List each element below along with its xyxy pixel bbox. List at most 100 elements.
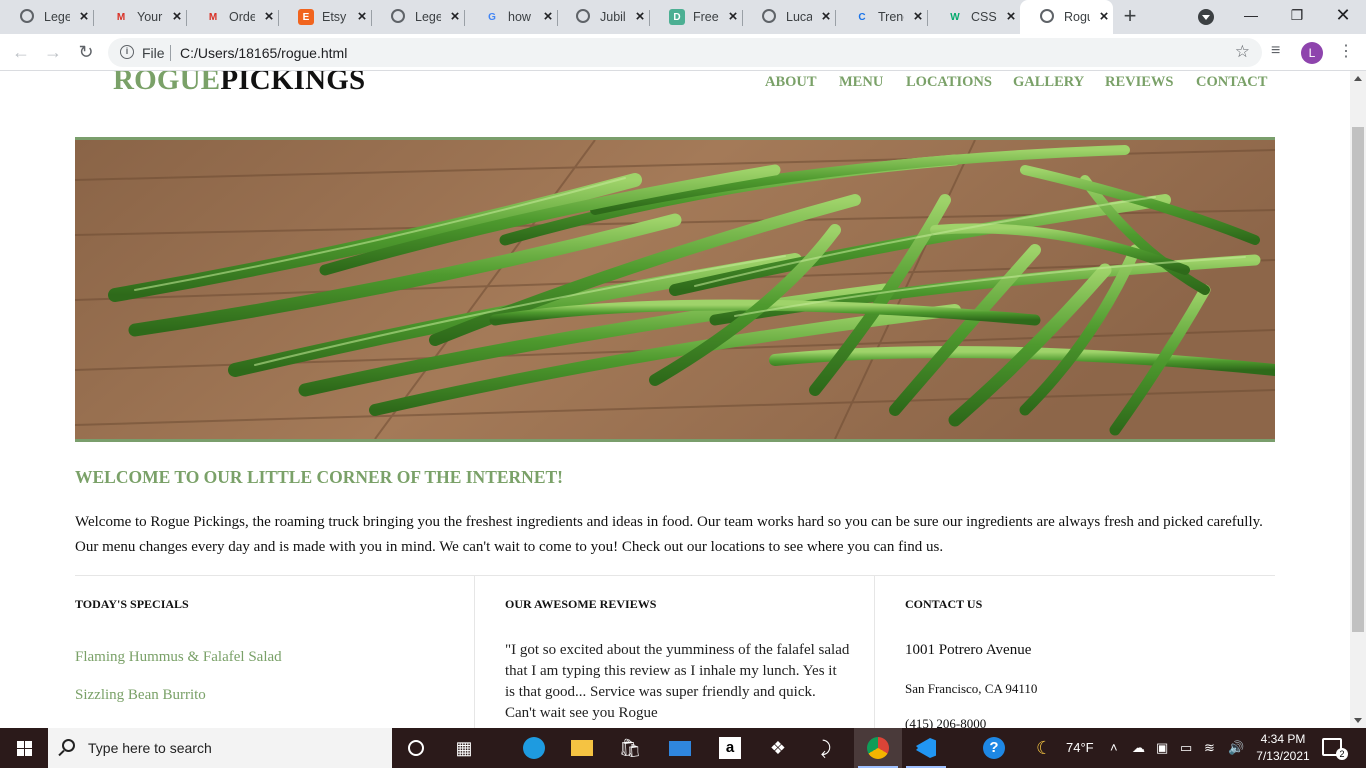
chrome-icon[interactable] bbox=[854, 728, 902, 768]
nav-locations[interactable]: LOCATIONS bbox=[906, 74, 992, 91]
address-bar[interactable]: i File C:/Users/18165/rogue.html ☆ bbox=[108, 38, 1262, 67]
forward-button[interactable]: → bbox=[41, 40, 65, 64]
weather-temperature[interactable]: 74°F bbox=[1066, 728, 1094, 768]
page-viewport: ROGUEPICKINGS ABOUT MENU LOCATIONS GALLE… bbox=[0, 71, 1350, 728]
browser-tab-title: Free bbox=[693, 10, 719, 24]
browser-tab[interactable]: Legen × bbox=[371, 0, 464, 34]
logo-part-pickings: PICKINGS bbox=[220, 71, 366, 96]
edge-icon[interactable] bbox=[510, 728, 558, 768]
browser-tab-title: Lucas bbox=[786, 10, 812, 24]
browser-tab-strip: Legen×MYour×MOrde×EEtsy -×Legen×Ghow t×J… bbox=[0, 0, 1366, 34]
dropbox-icon[interactable]: ❖ bbox=[754, 728, 802, 768]
taskbar-clock[interactable]: 4:34 PM 7/13/2021 bbox=[1252, 731, 1314, 765]
globe-icon bbox=[576, 9, 590, 23]
clock-date: 7/13/2021 bbox=[1256, 749, 1310, 763]
tab-close-icon[interactable]: × bbox=[1095, 7, 1113, 27]
media-queue-icon[interactable]: ≡ bbox=[1271, 42, 1280, 60]
taskbar-search-box[interactable]: Type here to search bbox=[48, 728, 392, 768]
store-icon[interactable]: 🛍 bbox=[606, 728, 654, 768]
browser-tab[interactable]: Legen × bbox=[0, 0, 93, 34]
nav-menu[interactable]: MENU bbox=[839, 74, 883, 91]
special-item-1[interactable]: Flaming Hummus & Falafel Salad bbox=[75, 649, 282, 666]
scroll-down-arrow-icon[interactable] bbox=[1354, 718, 1362, 723]
section-divider bbox=[75, 575, 1275, 576]
back-button[interactable]: ← bbox=[9, 40, 33, 64]
taskbar-search-placeholder: Type here to search bbox=[88, 740, 212, 756]
url-text[interactable]: C:/Users/18165/rogue.html bbox=[180, 45, 347, 61]
tab-close-icon[interactable]: × bbox=[1002, 7, 1020, 27]
browser-toolbar: ← → ↻ i File C:/Users/18165/rogue.html ☆… bbox=[0, 34, 1366, 71]
nav-about[interactable]: ABOUT bbox=[765, 74, 817, 91]
info-icon[interactable]: i bbox=[120, 45, 134, 59]
welcome-heading: WELCOME TO OUR LITTLE CORNER OF THE INTE… bbox=[75, 467, 563, 487]
special-item-2[interactable]: Sizzling Bean Burrito bbox=[75, 687, 206, 704]
tab-close-icon[interactable]: × bbox=[446, 7, 464, 27]
profile-avatar[interactable]: L bbox=[1301, 42, 1323, 64]
browser-tab[interactable]: Jubile × bbox=[556, 0, 649, 34]
hero-green-beans-image bbox=[75, 137, 1275, 442]
browser-tab[interactable]: M Your × bbox=[93, 0, 186, 34]
column-divider bbox=[874, 576, 875, 728]
browser-tab-title: Jubile bbox=[600, 10, 626, 24]
tab-search-button[interactable] bbox=[1198, 9, 1214, 25]
nav-reviews[interactable]: REVIEWS bbox=[1105, 74, 1174, 91]
windows-logo-icon bbox=[17, 741, 32, 756]
tab-close-icon[interactable]: × bbox=[539, 7, 557, 27]
notification-center-icon[interactable]: 2 bbox=[1322, 738, 1348, 760]
device-icon[interactable]: ▣ bbox=[1156, 728, 1168, 768]
file-explorer-icon[interactable] bbox=[558, 728, 606, 768]
tab-close-icon[interactable]: × bbox=[75, 7, 93, 27]
browser-tab[interactable]: E Etsy - × bbox=[278, 0, 371, 34]
task-view-icon[interactable]: ▦ bbox=[440, 728, 488, 768]
browser-menu-icon[interactable]: ⋮ bbox=[1338, 41, 1354, 61]
browser-tab-title: Rogu bbox=[1064, 10, 1090, 24]
browser-tab[interactable]: W CSS I × bbox=[927, 0, 1020, 34]
maximize-button[interactable]: ❐ bbox=[1274, 0, 1320, 30]
browser-tab[interactable]: M Orde × bbox=[185, 0, 278, 34]
volume-icon[interactable]: 🔊 bbox=[1228, 728, 1244, 768]
nav-gallery[interactable]: GALLERY bbox=[1013, 74, 1084, 91]
scroll-up-arrow-icon[interactable] bbox=[1354, 76, 1362, 81]
browser-tab-title: Legen bbox=[44, 10, 70, 24]
browser-tab-title: CSS I bbox=[971, 10, 997, 24]
url-scheme-label: File bbox=[142, 45, 165, 61]
browser-tab[interactable]: D Free × bbox=[649, 0, 742, 34]
browser-tab[interactable]: Ghow t × bbox=[464, 0, 557, 34]
tab-close-icon[interactable]: × bbox=[817, 7, 835, 27]
browser-tab[interactable]: Rogu × bbox=[1020, 0, 1113, 34]
minimize-button[interactable]: — bbox=[1228, 0, 1274, 30]
etsy-icon: E bbox=[298, 9, 314, 25]
browser-tab-title: how t bbox=[508, 10, 534, 24]
globe-icon bbox=[1040, 9, 1054, 23]
tab-close-icon[interactable]: × bbox=[631, 7, 649, 27]
tab-close-icon[interactable]: × bbox=[353, 7, 371, 27]
battery-icon[interactable]: ▭ bbox=[1180, 728, 1192, 768]
cortana-icon[interactable] bbox=[392, 728, 440, 768]
close-window-button[interactable]: ✕ bbox=[1320, 0, 1366, 30]
browser-tab[interactable]: C Trenc × bbox=[834, 0, 927, 34]
page-scrollbar[interactable] bbox=[1350, 71, 1366, 728]
vscode-icon[interactable] bbox=[902, 728, 950, 768]
browser-tab[interactable]: Lucas × bbox=[742, 0, 835, 34]
tab-close-icon[interactable]: × bbox=[909, 7, 927, 27]
tab-close-icon[interactable]: × bbox=[724, 7, 742, 27]
amazon-icon[interactable]: a bbox=[706, 728, 754, 768]
scroll-thumb[interactable] bbox=[1352, 127, 1364, 632]
nav-contact[interactable]: CONTACT bbox=[1196, 74, 1267, 91]
onedrive-cloud-icon[interactable]: ☁ bbox=[1132, 728, 1145, 768]
start-button[interactable] bbox=[0, 728, 48, 768]
d-icon: D bbox=[669, 9, 685, 25]
site-logo[interactable]: ROGUEPICKINGS bbox=[113, 71, 365, 97]
moon-weather-icon[interactable]: ☾ bbox=[1036, 728, 1052, 768]
mail-icon[interactable] bbox=[656, 728, 704, 768]
wifi-icon[interactable]: ≋ bbox=[1204, 728, 1215, 768]
gmail-icon: M bbox=[208, 11, 218, 23]
tray-chevron-up-icon[interactable]: ˄ bbox=[1110, 728, 1118, 768]
pen-app-icon[interactable]: ⤸ bbox=[802, 728, 850, 768]
bookmark-star-icon[interactable]: ☆ bbox=[1235, 42, 1250, 62]
tab-close-icon[interactable]: × bbox=[260, 7, 278, 27]
help-icon[interactable]: ? bbox=[970, 728, 1018, 768]
reload-button[interactable]: ↻ bbox=[74, 40, 98, 64]
new-tab-button[interactable]: + bbox=[1118, 4, 1142, 28]
tab-close-icon[interactable]: × bbox=[168, 7, 186, 27]
